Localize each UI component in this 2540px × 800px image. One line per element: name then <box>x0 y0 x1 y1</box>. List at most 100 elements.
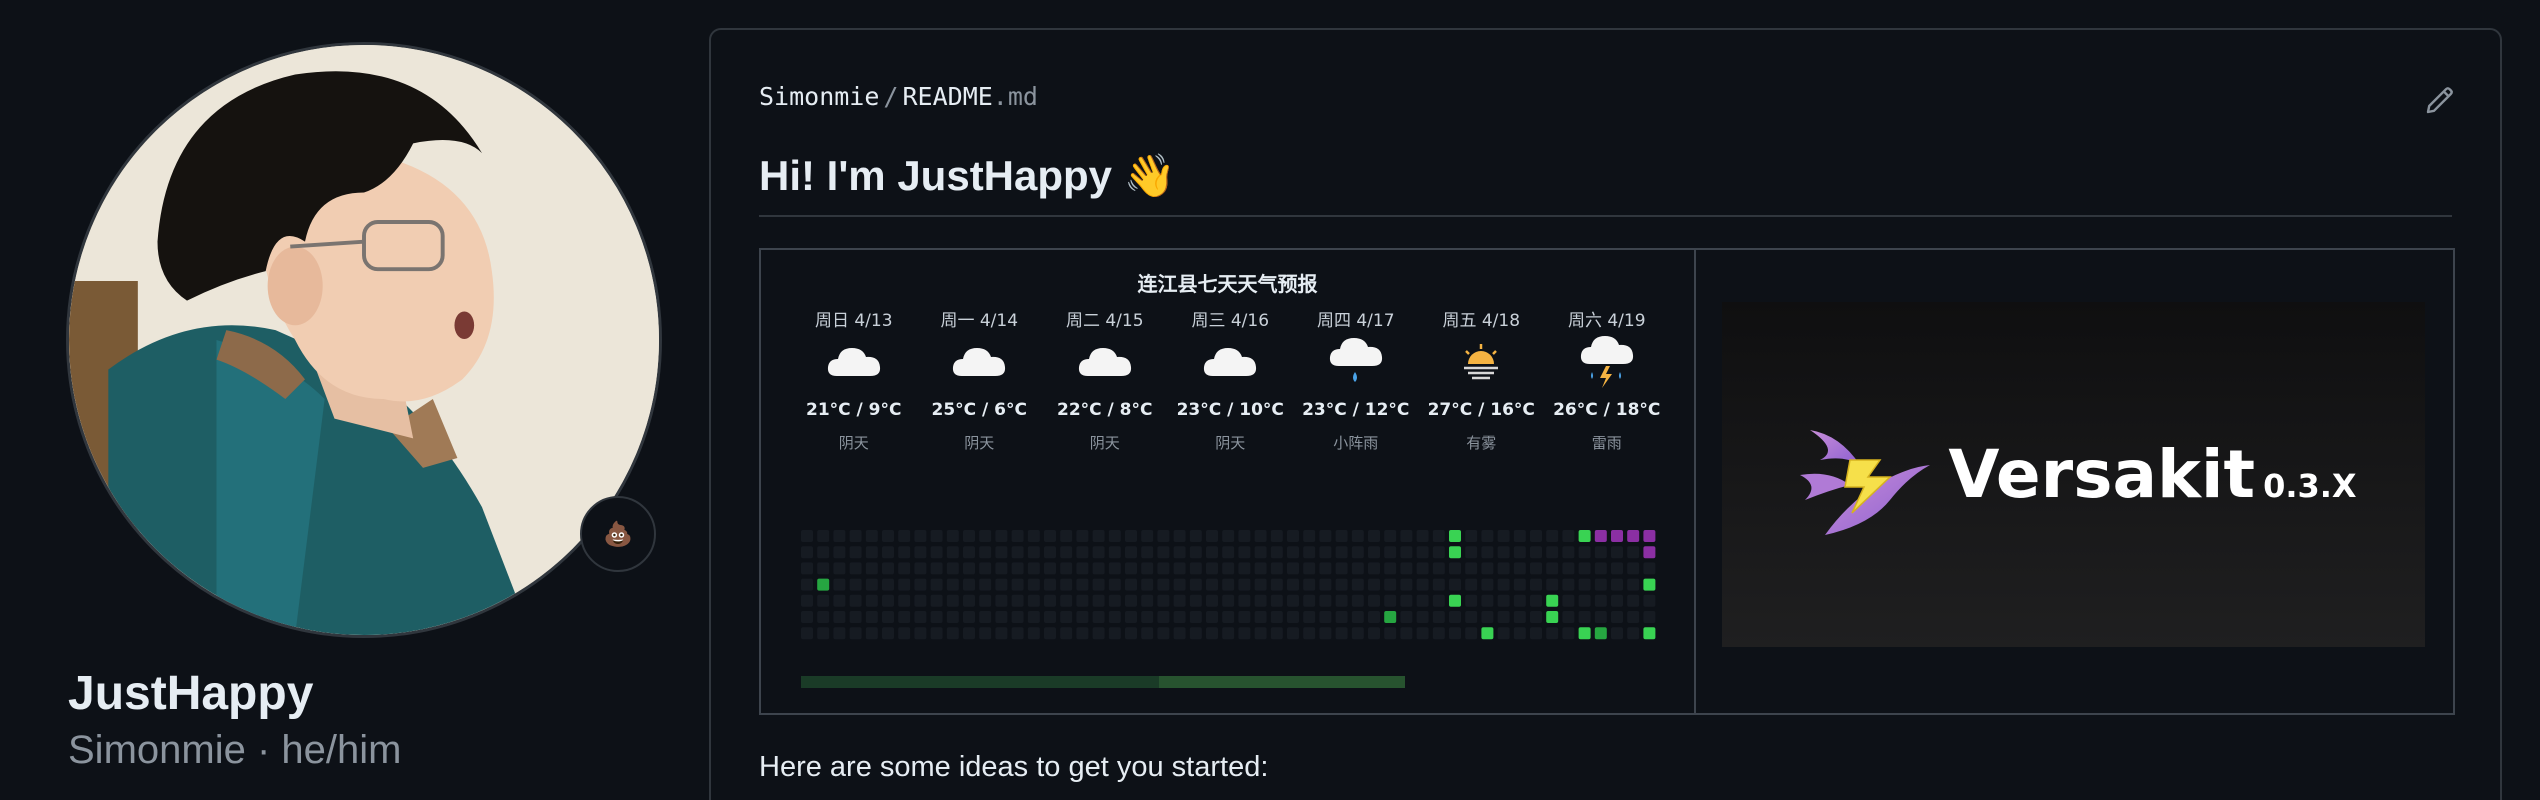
contribution-cell <box>1238 627 1251 640</box>
weather-day-condition: 有雾 <box>1466 434 1497 452</box>
contribution-cell <box>1351 546 1364 559</box>
contribution-cell <box>1060 562 1073 575</box>
contribution-cell <box>1546 627 1559 640</box>
contribution-cell <box>1141 546 1154 559</box>
contribution-cell <box>1076 562 1089 575</box>
contribution-cell <box>1060 530 1073 542</box>
contribution-cell <box>1206 627 1218 640</box>
contribution-cell <box>1335 594 1348 607</box>
weather-day: 周五 4/18 27°C / 16°C 有雾 <box>1419 306 1545 453</box>
status-emoji-button[interactable]: 💩 <box>580 496 656 572</box>
contribution-cell <box>1319 562 1332 575</box>
contribution-cell <box>1060 611 1073 623</box>
contribution-cell <box>1465 530 1478 542</box>
contribution-cell <box>1611 627 1623 640</box>
contribution-cell <box>1546 611 1559 623</box>
contribution-cell <box>1222 530 1235 542</box>
contribution-cell <box>1627 530 1640 542</box>
contribution-cell <box>1125 611 1137 623</box>
contribution-cell <box>1594 611 1607 623</box>
weather-day: 周六 4/19 26°C / 18°C 雷雨 <box>1544 306 1670 453</box>
contribution-cell <box>1270 562 1283 575</box>
contribution-cell <box>1351 562 1364 575</box>
contribution-cell <box>1627 594 1640 607</box>
contribution-cell <box>882 578 894 591</box>
contribution-cell <box>1611 530 1623 542</box>
contribution-cell <box>1125 530 1137 542</box>
weather-day-temp: 22°C / 8°C <box>1057 400 1153 420</box>
breadcrumb-file-base[interactable]: README <box>902 82 992 111</box>
contribution-cell <box>1238 530 1251 542</box>
contribution-cell <box>1546 578 1559 591</box>
contribution-cell <box>1303 546 1316 559</box>
contribution-cell <box>817 594 830 607</box>
contribution-cell <box>979 546 992 559</box>
contribution-cell <box>1189 578 1202 591</box>
contribution-cell <box>1335 611 1348 623</box>
contribution-cell <box>1513 578 1526 591</box>
contribution-cell <box>1351 611 1364 623</box>
contribution-cell <box>1092 594 1105 607</box>
contribution-cell <box>1076 578 1089 591</box>
contribution-cell <box>946 627 959 640</box>
contribution-cell <box>1027 627 1040 640</box>
contribution-cell <box>1011 578 1024 591</box>
contribution-cell <box>1627 546 1640 559</box>
breadcrumb-owner[interactable]: Simonmie <box>759 82 879 111</box>
contribution-cell <box>995 611 1008 623</box>
contribution-cell <box>995 530 1008 542</box>
contribution-cell <box>1319 546 1332 559</box>
weather-title: 连江县七天天气预报 <box>1137 272 1318 296</box>
contribution-cell <box>898 562 911 575</box>
contribution-cell <box>1513 611 1526 623</box>
contribution-cell <box>1125 562 1137 575</box>
contribution-cell <box>1319 530 1332 542</box>
contribution-cell <box>801 594 813 607</box>
contribution-cell <box>1222 594 1235 607</box>
weather-day-date: 周一 4/14 <box>940 311 1019 331</box>
profile-avatar[interactable] <box>66 42 662 638</box>
contribution-cell <box>1303 530 1316 542</box>
weather-day-temp: 27°C / 16°C <box>1427 400 1535 420</box>
contribution-cell <box>1497 578 1510 591</box>
contribution-cell <box>1594 594 1607 607</box>
contribution-cell <box>1546 594 1559 607</box>
contribution-cell <box>1384 627 1397 640</box>
contribution-cell <box>1481 611 1494 623</box>
contribution-cell <box>1157 578 1170 591</box>
contribution-cell <box>1400 562 1413 575</box>
contribution-cell <box>1400 578 1413 591</box>
contribution-cell <box>1594 578 1607 591</box>
weather-day-date: 周三 4/16 <box>1191 311 1270 331</box>
progress-segment <box>801 676 1159 688</box>
contribution-cell <box>1351 578 1364 591</box>
contribution-cell <box>1270 611 1283 623</box>
versakit-banner[interactable]: Versakit 0.3.X <box>1722 302 2425 647</box>
contribution-cell <box>1303 627 1316 640</box>
contribution-cell <box>1432 594 1445 607</box>
contribution-cell <box>1270 594 1283 607</box>
contribution-cell <box>914 578 927 591</box>
cloud-icon <box>1168 332 1294 392</box>
contribution-cell <box>914 627 927 640</box>
contribution-cell <box>1368 611 1380 623</box>
contribution-cell <box>1643 530 1656 542</box>
contribution-cell <box>1027 594 1040 607</box>
contribution-cell <box>1157 562 1170 575</box>
contribution-cell <box>946 530 959 542</box>
cloud-icon <box>1042 332 1168 392</box>
contribution-cell <box>1368 530 1380 542</box>
pencil-icon[interactable] <box>2422 82 2458 118</box>
contribution-cell <box>865 546 878 559</box>
contribution-cell <box>1076 594 1089 607</box>
progress-segment <box>1159 676 1405 688</box>
rain-cloud-icon <box>1293 332 1419 392</box>
contribution-cell <box>1319 627 1332 640</box>
contribution-cell <box>1173 530 1186 542</box>
weather-day: 周三 4/16 23°C / 10°C 阴天 <box>1168 306 1294 453</box>
contribution-cell <box>1578 594 1591 607</box>
contribution-cell <box>1351 627 1364 640</box>
contribution-cell <box>1611 594 1623 607</box>
contribution-cell <box>1530 562 1542 575</box>
contribution-cell <box>1627 578 1640 591</box>
